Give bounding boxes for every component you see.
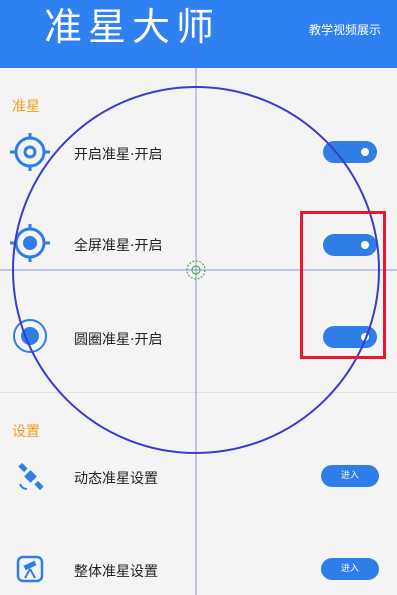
circle-crosshair-icon <box>8 316 52 360</box>
toggle-open-crosshair[interactable] <box>323 141 377 163</box>
crosshair-overlay <box>0 0 397 595</box>
enter-dynamic-settings-button[interactable]: 进入 <box>321 465 379 487</box>
telescope-icon <box>16 555 44 587</box>
settings-section-label: 设置 <box>12 424 40 440</box>
toggle-knob <box>361 148 369 156</box>
circle-crosshair-ring <box>12 86 380 454</box>
target-icon <box>8 132 52 176</box>
toggle-knob <box>361 333 369 341</box>
row-label-fullscreen-crosshair: 全屏准星·开启 <box>74 238 163 254</box>
row-label-circle-crosshair: 圆圈准星·开启 <box>74 332 163 348</box>
row-label-overall-settings: 整体准星设置 <box>74 564 158 580</box>
row-label-open-crosshair: 开启准星·开启 <box>74 147 163 163</box>
tutorial-video-link[interactable]: 教学视频展示 <box>309 21 381 38</box>
toggle-knob <box>361 241 369 249</box>
center-dot-ring <box>186 260 206 280</box>
app-title: 准星大师 <box>44 5 221 49</box>
fullscreen-crosshair-icon <box>8 223 52 267</box>
satellite-icon <box>16 462 46 496</box>
center-dot <box>191 265 201 275</box>
section-divider <box>0 392 397 393</box>
toggle-fullscreen-crosshair[interactable] <box>323 234 377 256</box>
row-label-dynamic-settings: 动态准星设置 <box>74 471 158 487</box>
app-header: 准星大师 教学视频展示 <box>0 0 397 68</box>
enter-overall-settings-button[interactable]: 进入 <box>321 558 379 580</box>
toggle-circle-crosshair[interactable] <box>323 326 377 348</box>
crosshair-section-label: 准星 <box>12 99 40 115</box>
